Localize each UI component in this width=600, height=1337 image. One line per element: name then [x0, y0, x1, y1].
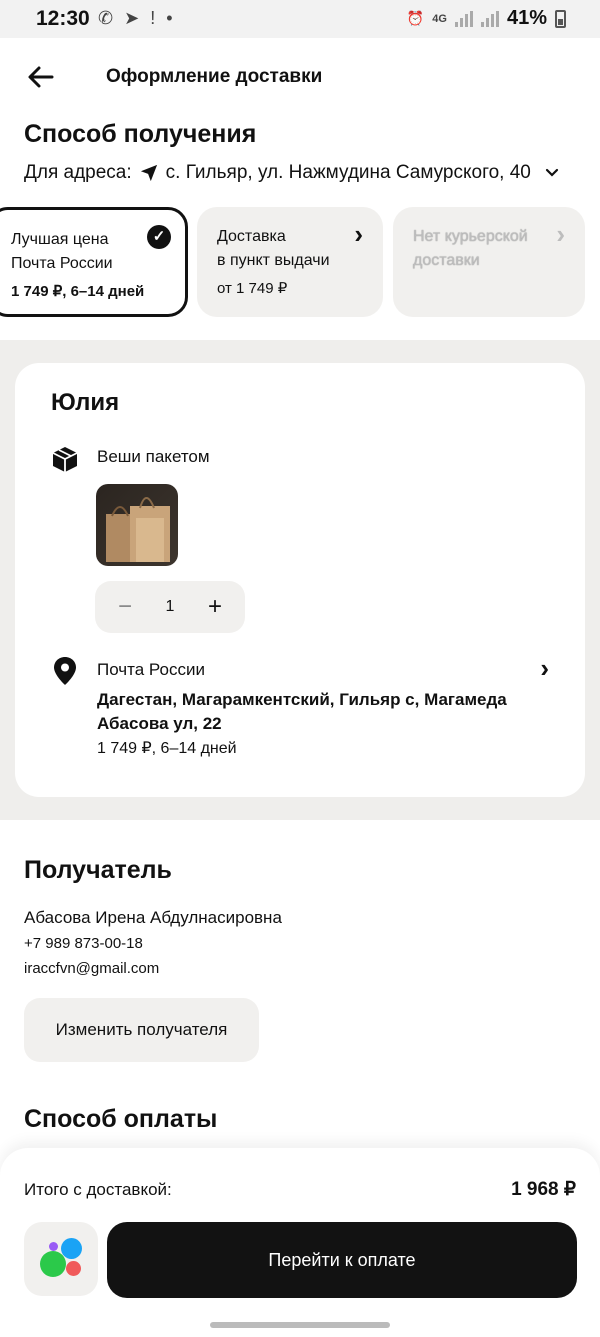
network-type: 4G — [432, 12, 447, 25]
change-recipient-button[interactable]: Изменить получателя — [24, 998, 259, 1062]
status-time: 12:30 — [36, 7, 90, 30]
option-line2: доставки — [413, 252, 480, 269]
status-right: ⏰ 4G 41% — [407, 7, 566, 30]
logo-dot-blue — [61, 1238, 82, 1259]
location-pin-icon — [54, 657, 76, 685]
notification-icon: ! — [150, 8, 159, 28]
recipient-phone: +7 989 873-00-18 — [24, 935, 143, 952]
option-line2: в пункт выдачи — [217, 252, 330, 269]
pickup-title: Почта России — [97, 660, 205, 679]
battery-icon — [555, 9, 566, 28]
check-icon: ✓ — [147, 225, 171, 249]
product-image[interactable] — [96, 484, 178, 566]
telegram-icon: ➤ — [124, 8, 143, 28]
paper-bags-image — [106, 497, 170, 562]
seller-name: Юлия — [51, 389, 120, 416]
page-title: Оформление доставки — [106, 66, 323, 87]
arrow-left-icon — [28, 66, 54, 88]
quantity-stepper: − 1 + — [95, 581, 245, 633]
checkout-bottom-bar: Итого с доставкой: 1 968 ₽ Перейти к опл… — [0, 1148, 600, 1337]
option-line1: Нет курьерской — [413, 228, 528, 245]
total-label: Итого с доставкой: — [24, 1180, 172, 1199]
address-selector[interactable]: Для адреса: с. Гильяр, ул. Нажмудина Сам… — [24, 162, 559, 184]
logo-dot-red — [66, 1261, 81, 1276]
chevron-right-icon: › — [556, 219, 565, 249]
app-header: Оформление доставки — [0, 60, 600, 96]
quantity-value: 1 — [165, 598, 175, 615]
address-prefix: Для адреса: — [24, 162, 132, 183]
logo-dot-green — [40, 1251, 66, 1277]
package-icon — [52, 447, 78, 472]
decrease-button[interactable]: − — [113, 593, 137, 621]
proceed-to-payment-button[interactable]: Перейти к оплате — [107, 1222, 577, 1298]
back-button[interactable] — [26, 62, 58, 94]
payment-method-title: Способ оплаты — [24, 1105, 218, 1133]
dot-icon: • — [166, 8, 176, 28]
whatsapp-icon: ✆ — [98, 8, 117, 28]
recipient-title: Получатель — [24, 856, 172, 884]
app-logo-button[interactable] — [24, 1222, 98, 1296]
status-bar: 12:30 ✆ ➤ ! • ⏰ 4G 41% — [0, 0, 600, 38]
logo-dot-purple — [49, 1242, 58, 1251]
option-line2: Почта России — [11, 255, 113, 272]
option-line1: Лучшая цена — [11, 231, 109, 248]
home-indicator[interactable] — [210, 1322, 390, 1328]
delivery-option-best-price[interactable]: Лучшая цена Почта России 1 749 ₽, 6–14 д… — [0, 207, 188, 317]
pickup-address: Дагестан, Магарамкентский, Гильяр с, Маг… — [97, 690, 507, 733]
recipient-email: iraccfvn@gmail.com — [24, 960, 160, 977]
increase-button[interactable]: + — [203, 593, 227, 621]
delivery-option-pickup-point[interactable]: Доставка в пункт выдачи от 1 749 ₽ › — [197, 207, 383, 317]
signal-icon — [454, 10, 473, 27]
chevron-right-icon: › — [354, 219, 363, 249]
option-price: 1 749 ₽, 6–14 дней — [11, 283, 145, 300]
address-value: с. Гильяр, ул. Нажмудина Самурского, 40 — [165, 162, 531, 183]
option-line1: Доставка — [217, 228, 286, 245]
signal-icon — [480, 10, 499, 27]
navigation-arrow-icon — [140, 164, 157, 182]
notification-icons: ✆ ➤ ! • — [98, 8, 176, 29]
option-price: от 1 749 ₽ — [217, 280, 288, 297]
total-value: 1 968 ₽ — [511, 1179, 576, 1200]
delivery-option-courier: Нет курьерской доставки › — [393, 207, 585, 317]
delivery-method-title: Способ получения — [24, 120, 257, 148]
recipient-name: Абасова Ирена Абдулнасировна — [24, 908, 282, 927]
chevron-down-icon — [545, 168, 558, 177]
pickup-price: 1 749 ₽, 6–14 дней — [97, 740, 237, 757]
alarm-icon: ⏰ — [406, 10, 425, 26]
pickup-chevron-right-icon[interactable]: › — [540, 653, 549, 684]
order-card: Юлия Веши пакетом − 1 + Почта России › Д… — [15, 363, 585, 797]
item-title: Веши пакетом — [97, 447, 210, 466]
battery-percent: 41% — [506, 7, 547, 29]
